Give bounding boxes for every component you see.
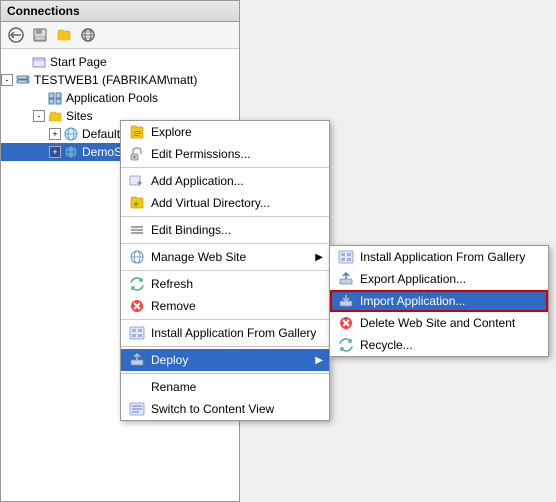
submenu-install-gallery-icon	[336, 249, 356, 265]
add-application-label: Add Application...	[151, 174, 244, 188]
demosite-icon	[63, 144, 79, 160]
app-pools-icon	[47, 90, 63, 106]
edit-permissions-icon	[127, 146, 147, 162]
submenu-item-export[interactable]: Export Application...	[330, 268, 548, 290]
manage-site-arrow: ▶	[315, 252, 323, 263]
submenu-import-icon	[336, 293, 356, 309]
separator-6	[121, 346, 329, 347]
submenu-item-delete[interactable]: Delete Web Site and Content	[330, 312, 548, 334]
server-icon	[15, 72, 31, 88]
edit-bindings-label: Edit Bindings...	[151, 223, 231, 237]
app-pools-label: Application Pools	[66, 91, 158, 105]
separator-1	[121, 167, 329, 168]
deploy-icon	[127, 352, 147, 368]
sites-label: Sites	[66, 109, 93, 123]
add-vdir-icon: +	[127, 195, 147, 211]
toolbar-back-button[interactable]	[5, 24, 27, 46]
submenu-export-label: Export Application...	[360, 272, 466, 286]
install-gallery-label: Install Application From Gallery	[151, 326, 316, 340]
install-gallery-icon	[127, 325, 147, 341]
server-label: TESTWEB1 (FABRIKAM\matt)	[34, 73, 197, 87]
start-page-icon	[31, 54, 47, 70]
default-site-expander[interactable]: +	[49, 128, 61, 140]
deploy-label: Deploy	[151, 353, 188, 367]
connections-title: Connections	[7, 4, 80, 18]
demosite-expander[interactable]: +	[49, 146, 61, 158]
menu-item-refresh[interactable]: Refresh	[121, 273, 329, 295]
separator-7	[121, 373, 329, 374]
separator-5	[121, 319, 329, 320]
menu-item-content-view[interactable]: Switch to Content View	[121, 398, 329, 420]
separator-4	[121, 270, 329, 271]
content-view-icon	[127, 401, 147, 417]
submenu-item-import[interactable]: Import Application...	[330, 290, 548, 312]
submenu-recycle-icon	[336, 337, 356, 353]
save-icon	[32, 27, 48, 43]
explore-icon	[127, 124, 147, 140]
svg-text:+: +	[137, 178, 142, 188]
menu-item-deploy[interactable]: Deploy ▶	[121, 349, 329, 371]
toolbar-save-button[interactable]	[29, 24, 51, 46]
separator-2	[121, 216, 329, 217]
toolbar-folder-button[interactable]	[53, 24, 75, 46]
separator-3	[121, 243, 329, 244]
start-page-label: Start Page	[50, 55, 107, 69]
submenu-delete-label: Delete Web Site and Content	[360, 316, 515, 330]
menu-item-edit-bindings[interactable]: Edit Bindings...	[121, 219, 329, 241]
add-vdir-label: Add Virtual Directory...	[151, 196, 270, 210]
server-expander[interactable]: -	[1, 74, 13, 86]
menu-item-edit-permissions[interactable]: Edit Permissions...	[121, 143, 329, 165]
refresh-label: Refresh	[151, 277, 193, 291]
rename-icon	[127, 379, 147, 395]
submenu-install-gallery-label: Install Application From Gallery	[360, 250, 525, 264]
menu-item-remove[interactable]: Remove	[121, 295, 329, 317]
tree-item-start-page[interactable]: Start Page	[1, 53, 239, 71]
menu-item-manage-site[interactable]: Manage Web Site ▶	[121, 246, 329, 268]
deploy-submenu: Install Application From Gallery Export …	[329, 245, 549, 357]
default-site-icon	[63, 126, 79, 142]
back-icon	[8, 27, 24, 43]
edit-bindings-icon	[127, 222, 147, 238]
manage-site-label: Manage Web Site	[151, 250, 246, 264]
remove-icon	[127, 298, 147, 314]
remove-label: Remove	[151, 299, 196, 313]
sites-icon	[47, 108, 63, 124]
connections-header: Connections	[1, 1, 239, 22]
menu-item-add-vdir[interactable]: + Add Virtual Directory...	[121, 192, 329, 214]
menu-item-add-application[interactable]: + Add Application...	[121, 170, 329, 192]
menu-item-rename[interactable]: Rename	[121, 376, 329, 398]
globe-icon	[80, 27, 96, 43]
menu-item-explore[interactable]: Explore	[121, 121, 329, 143]
submenu-import-label: Import Application...	[360, 294, 465, 308]
submenu-delete-icon	[336, 315, 356, 331]
submenu-export-icon	[336, 271, 356, 287]
manage-site-icon	[127, 249, 147, 265]
submenu-recycle-label: Recycle...	[360, 338, 413, 352]
add-application-icon: +	[127, 173, 147, 189]
content-view-label: Switch to Content View	[151, 402, 274, 416]
connections-toolbar	[1, 22, 239, 49]
submenu-item-recycle[interactable]: Recycle...	[330, 334, 548, 356]
tree-item-server[interactable]: - TESTWEB1 (FABRIKAM\matt)	[1, 71, 239, 89]
explore-label: Explore	[151, 125, 192, 139]
toolbar-globe-button[interactable]	[77, 24, 99, 46]
sites-expander[interactable]: -	[33, 110, 45, 122]
deploy-arrow: ▶	[315, 355, 323, 366]
rename-label: Rename	[151, 380, 196, 394]
context-menu: Explore Edit Permissions... + Add Applic…	[120, 120, 330, 421]
folder-icon	[56, 27, 72, 43]
refresh-icon	[127, 276, 147, 292]
tree-item-app-pools[interactable]: Application Pools	[1, 89, 239, 107]
menu-item-install-gallery[interactable]: Install Application From Gallery	[121, 322, 329, 344]
svg-text:+: +	[133, 199, 138, 209]
edit-permissions-label: Edit Permissions...	[151, 147, 250, 161]
submenu-item-install-gallery[interactable]: Install Application From Gallery	[330, 246, 548, 268]
